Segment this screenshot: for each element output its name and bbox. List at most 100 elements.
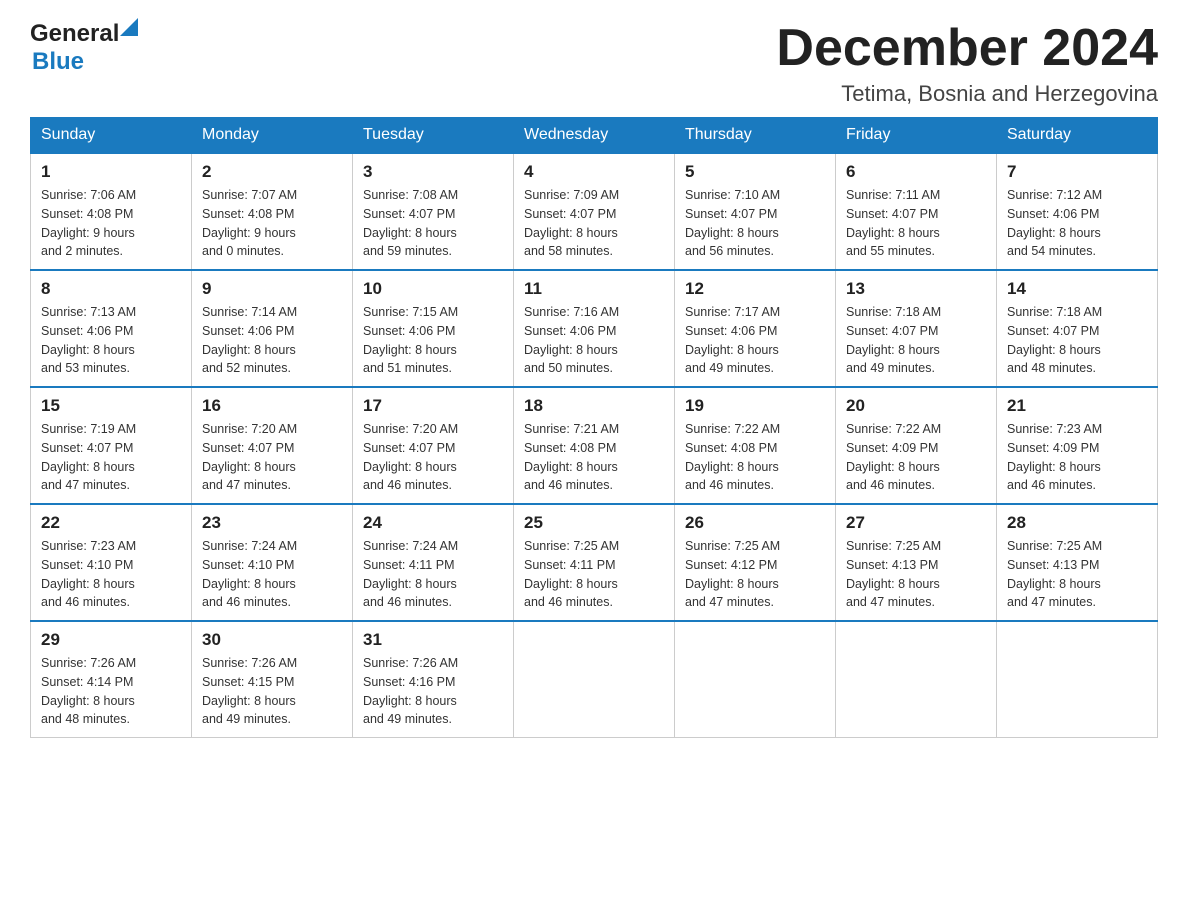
calendar-cell: 18 Sunrise: 7:21 AMSunset: 4:08 PMDaylig… (514, 387, 675, 504)
calendar-cell: 26 Sunrise: 7:25 AMSunset: 4:12 PMDaylig… (675, 504, 836, 621)
day-info: Sunrise: 7:17 AMSunset: 4:06 PMDaylight:… (685, 303, 825, 378)
calendar-cell: 20 Sunrise: 7:22 AMSunset: 4:09 PMDaylig… (836, 387, 997, 504)
calendar-week-row: 8 Sunrise: 7:13 AMSunset: 4:06 PMDayligh… (31, 270, 1158, 387)
calendar-cell: 19 Sunrise: 7:22 AMSunset: 4:08 PMDaylig… (675, 387, 836, 504)
day-number: 5 (685, 162, 825, 182)
day-info: Sunrise: 7:16 AMSunset: 4:06 PMDaylight:… (524, 303, 664, 378)
day-number: 13 (846, 279, 986, 299)
calendar-week-row: 22 Sunrise: 7:23 AMSunset: 4:10 PMDaylig… (31, 504, 1158, 621)
calendar-cell: 13 Sunrise: 7:18 AMSunset: 4:07 PMDaylig… (836, 270, 997, 387)
calendar-cell: 11 Sunrise: 7:16 AMSunset: 4:06 PMDaylig… (514, 270, 675, 387)
day-info: Sunrise: 7:26 AMSunset: 4:14 PMDaylight:… (41, 654, 181, 729)
day-number: 10 (363, 279, 503, 299)
day-info: Sunrise: 7:07 AMSunset: 4:08 PMDaylight:… (202, 186, 342, 261)
day-number: 20 (846, 396, 986, 416)
day-info: Sunrise: 7:25 AMSunset: 4:13 PMDaylight:… (1007, 537, 1147, 612)
day-number: 3 (363, 162, 503, 182)
calendar-cell: 31 Sunrise: 7:26 AMSunset: 4:16 PMDaylig… (353, 621, 514, 738)
day-info: Sunrise: 7:21 AMSunset: 4:08 PMDaylight:… (524, 420, 664, 495)
calendar-cell: 15 Sunrise: 7:19 AMSunset: 4:07 PMDaylig… (31, 387, 192, 504)
day-number: 19 (685, 396, 825, 416)
calendar-cell: 9 Sunrise: 7:14 AMSunset: 4:06 PMDayligh… (192, 270, 353, 387)
weekday-header-row: SundayMondayTuesdayWednesdayThursdayFrid… (31, 118, 1158, 154)
day-info: Sunrise: 7:25 AMSunset: 4:11 PMDaylight:… (524, 537, 664, 612)
day-number: 17 (363, 396, 503, 416)
title-section: December 2024 Tetima, Bosnia and Herzego… (776, 20, 1158, 107)
calendar-week-row: 1 Sunrise: 7:06 AMSunset: 4:08 PMDayligh… (31, 153, 1158, 270)
calendar-cell: 27 Sunrise: 7:25 AMSunset: 4:13 PMDaylig… (836, 504, 997, 621)
weekday-header-sunday: Sunday (31, 118, 192, 154)
calendar-cell: 3 Sunrise: 7:08 AMSunset: 4:07 PMDayligh… (353, 153, 514, 270)
day-number: 16 (202, 396, 342, 416)
month-title: December 2024 (776, 20, 1158, 77)
logo-general: General (30, 20, 138, 48)
calendar-cell: 1 Sunrise: 7:06 AMSunset: 4:08 PMDayligh… (31, 153, 192, 270)
calendar-table: SundayMondayTuesdayWednesdayThursdayFrid… (30, 117, 1158, 738)
calendar-cell: 8 Sunrise: 7:13 AMSunset: 4:06 PMDayligh… (31, 270, 192, 387)
day-number: 26 (685, 513, 825, 533)
day-info: Sunrise: 7:23 AMSunset: 4:09 PMDaylight:… (1007, 420, 1147, 495)
calendar-cell: 7 Sunrise: 7:12 AMSunset: 4:06 PMDayligh… (997, 153, 1158, 270)
day-info: Sunrise: 7:20 AMSunset: 4:07 PMDaylight:… (363, 420, 503, 495)
calendar-cell (836, 621, 997, 738)
day-number: 2 (202, 162, 342, 182)
day-number: 31 (363, 630, 503, 650)
weekday-header-wednesday: Wednesday (514, 118, 675, 154)
day-info: Sunrise: 7:22 AMSunset: 4:08 PMDaylight:… (685, 420, 825, 495)
day-info: Sunrise: 7:26 AMSunset: 4:16 PMDaylight:… (363, 654, 503, 729)
calendar-cell: 28 Sunrise: 7:25 AMSunset: 4:13 PMDaylig… (997, 504, 1158, 621)
day-info: Sunrise: 7:20 AMSunset: 4:07 PMDaylight:… (202, 420, 342, 495)
weekday-header-saturday: Saturday (997, 118, 1158, 154)
calendar-cell: 24 Sunrise: 7:24 AMSunset: 4:11 PMDaylig… (353, 504, 514, 621)
day-number: 6 (846, 162, 986, 182)
logo-blue-text: Blue (32, 48, 84, 75)
day-number: 4 (524, 162, 664, 182)
day-info: Sunrise: 7:25 AMSunset: 4:12 PMDaylight:… (685, 537, 825, 612)
day-info: Sunrise: 7:18 AMSunset: 4:07 PMDaylight:… (1007, 303, 1147, 378)
day-info: Sunrise: 7:10 AMSunset: 4:07 PMDaylight:… (685, 186, 825, 261)
weekday-header-thursday: Thursday (675, 118, 836, 154)
day-info: Sunrise: 7:11 AMSunset: 4:07 PMDaylight:… (846, 186, 986, 261)
weekday-header-monday: Monday (192, 118, 353, 154)
calendar-cell: 6 Sunrise: 7:11 AMSunset: 4:07 PMDayligh… (836, 153, 997, 270)
calendar-cell: 23 Sunrise: 7:24 AMSunset: 4:10 PMDaylig… (192, 504, 353, 621)
calendar-cell: 10 Sunrise: 7:15 AMSunset: 4:06 PMDaylig… (353, 270, 514, 387)
day-info: Sunrise: 7:18 AMSunset: 4:07 PMDaylight:… (846, 303, 986, 378)
day-number: 21 (1007, 396, 1147, 416)
day-number: 15 (41, 396, 181, 416)
calendar-cell: 21 Sunrise: 7:23 AMSunset: 4:09 PMDaylig… (997, 387, 1158, 504)
calendar-week-row: 15 Sunrise: 7:19 AMSunset: 4:07 PMDaylig… (31, 387, 1158, 504)
day-info: Sunrise: 7:25 AMSunset: 4:13 PMDaylight:… (846, 537, 986, 612)
day-info: Sunrise: 7:24 AMSunset: 4:11 PMDaylight:… (363, 537, 503, 612)
day-number: 27 (846, 513, 986, 533)
logo: General Blue (30, 20, 138, 76)
calendar-week-row: 29 Sunrise: 7:26 AMSunset: 4:14 PMDaylig… (31, 621, 1158, 738)
day-number: 25 (524, 513, 664, 533)
calendar-cell: 17 Sunrise: 7:20 AMSunset: 4:07 PMDaylig… (353, 387, 514, 504)
day-number: 28 (1007, 513, 1147, 533)
location-subtitle: Tetima, Bosnia and Herzegovina (776, 81, 1158, 107)
calendar-cell: 12 Sunrise: 7:17 AMSunset: 4:06 PMDaylig… (675, 270, 836, 387)
calendar-cell (514, 621, 675, 738)
day-number: 24 (363, 513, 503, 533)
day-number: 14 (1007, 279, 1147, 299)
day-info: Sunrise: 7:26 AMSunset: 4:15 PMDaylight:… (202, 654, 342, 729)
day-info: Sunrise: 7:22 AMSunset: 4:09 PMDaylight:… (846, 420, 986, 495)
day-info: Sunrise: 7:14 AMSunset: 4:06 PMDaylight:… (202, 303, 342, 378)
day-number: 8 (41, 279, 181, 299)
calendar-cell: 22 Sunrise: 7:23 AMSunset: 4:10 PMDaylig… (31, 504, 192, 621)
calendar-cell: 2 Sunrise: 7:07 AMSunset: 4:08 PMDayligh… (192, 153, 353, 270)
day-number: 12 (685, 279, 825, 299)
calendar-cell: 14 Sunrise: 7:18 AMSunset: 4:07 PMDaylig… (997, 270, 1158, 387)
day-info: Sunrise: 7:09 AMSunset: 4:07 PMDaylight:… (524, 186, 664, 261)
day-number: 22 (41, 513, 181, 533)
day-info: Sunrise: 7:19 AMSunset: 4:07 PMDaylight:… (41, 420, 181, 495)
calendar-cell (675, 621, 836, 738)
calendar-cell: 5 Sunrise: 7:10 AMSunset: 4:07 PMDayligh… (675, 153, 836, 270)
page-header: General Blue December 2024 Tetima, Bosni… (30, 20, 1158, 107)
day-number: 18 (524, 396, 664, 416)
day-number: 29 (41, 630, 181, 650)
day-info: Sunrise: 7:12 AMSunset: 4:06 PMDaylight:… (1007, 186, 1147, 261)
day-info: Sunrise: 7:06 AMSunset: 4:08 PMDaylight:… (41, 186, 181, 261)
calendar-cell: 4 Sunrise: 7:09 AMSunset: 4:07 PMDayligh… (514, 153, 675, 270)
